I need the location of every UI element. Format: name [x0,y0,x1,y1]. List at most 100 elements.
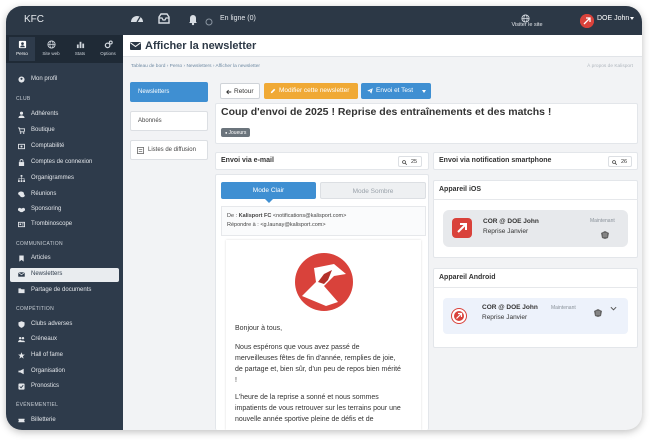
email-section-title: Envoi via e-mail [221,157,274,164]
button-label: Envoi et Test [376,87,414,94]
button-label: Retour [234,88,254,95]
tab-label: Stats [74,51,86,56]
sponsor-emblem-icon [594,309,602,317]
ios-title: Appareil iOS [439,186,482,193]
button-label: Modifier cette newsletter [279,87,350,94]
envelope-icon [130,42,141,50]
nav-newsletters[interactable]: Newsletters [130,82,208,102]
star-icon [18,352,25,359]
person-badge-icon [18,40,26,49]
push-recipient-count[interactable]: 26 [608,156,632,167]
email-reply-to: Répondre à : <g.launay@kalisport.com> [227,222,326,228]
chevron-down-icon[interactable] [630,17,634,20]
section-competition: COMPÉTITION [16,306,55,312]
tab-mode-clair[interactable]: Mode Clair [221,182,316,199]
tab-label: Site web [42,51,60,56]
online-users[interactable]: En ligne (0) [220,15,256,22]
globe-icon [521,10,530,23]
bar-chart-icon [76,41,84,49]
sidebar-item-label: Clubs adverses [31,321,73,327]
club-logo-icon [295,253,353,311]
sidebar-item-label: Articles [31,255,51,261]
user-icon [18,111,25,118]
tab-mode-sombre[interactable]: Mode Sombre [320,182,426,199]
sidebar-item-label: Comptes de connexion [31,159,93,165]
sidebar-item-organisation[interactable]: Organisation [6,365,123,379]
search-icon [612,159,617,165]
email-recipient-count[interactable]: 25 [398,156,422,167]
top-bar: KFC En ligne (0) Visiter le site DOE Joh… [6,6,642,35]
inbox-icon[interactable] [157,12,171,26]
sidebar-item-creneaux[interactable]: Créneaux [6,333,123,347]
section-communication: COMMUNICATION [16,241,63,247]
count-value: 25 [411,159,418,165]
bell-icon[interactable] [186,12,200,26]
bookmark-icon [19,255,24,262]
pencil-icon [270,88,276,93]
envoi-test-button[interactable]: Envoi et Test [361,83,431,99]
tab-perso[interactable]: Perso [9,37,35,61]
sidebar-item-mon-profil[interactable]: Mon profil [6,73,123,87]
app-window: KFC En ligne (0) Visiter le site DOE Joh… [6,6,642,430]
sitemap-icon [18,175,25,182]
sidebar-item-sponsoring[interactable]: Sponsoring [6,203,123,217]
sidebar-item-reunions[interactable]: Réunions [6,188,123,202]
reply-address: <g.launay@kalisport.com> [260,222,326,228]
sidebar-item-articles[interactable]: Articles [6,252,123,266]
sidebar-item-partage-documents[interactable]: Partage de documents [6,284,123,298]
paper-plane-icon [367,87,373,94]
sidebar-item-boutique[interactable]: Boutique [6,124,123,138]
sidebar-item-label: Organisation [31,368,66,374]
tab-options[interactable]: Options [95,37,121,61]
visit-site-link[interactable]: Visiter le site [504,22,550,29]
notif-subtitle: Reprise Janvier [482,314,528,321]
user-name[interactable]: DOE John [597,15,629,22]
from-address: <notifications@kalisport.com> [272,213,347,219]
check-square-icon [18,383,25,390]
sidebar-item-label: Comptabilité [31,143,65,149]
tab-site-web[interactable]: Site web [38,37,64,61]
comments-icon [18,191,25,198]
email-greeting: Bonjour à tous, [235,325,283,332]
sidebar-item-organigrammes[interactable]: Organigrammes [6,172,123,186]
sidebar-item-adherents[interactable]: Adhérents [6,108,123,122]
newsletter-subject: Coup d'envoi de 2025 ! Reprise des entra… [221,106,552,118]
main-content: Afficher la newsletter Tableau de bord ›… [123,35,642,430]
arrow-left-icon [226,89,232,94]
notif-title: COR @ DOE John [482,304,538,311]
sidebar-item-comptes-connexion[interactable]: Comptes de connexion [6,156,123,170]
brand-name[interactable]: KFC [24,14,44,25]
sidebar-item-pronostics[interactable]: Pronostics [6,380,123,394]
sidebar-item-label: Sponsoring [31,206,62,212]
modifier-button[interactable]: Modifier cette newsletter [264,83,358,99]
list-icon [137,147,144,154]
sidebar-item-label: Réunions [31,191,57,197]
chevron-down-icon [422,90,426,93]
reply-label: Répondre à : [227,222,259,228]
nav-listes-diffusion[interactable]: Listes de diffusion [130,140,208,160]
online-status-icon [204,14,214,26]
user-avatar[interactable] [580,14,594,28]
sidebar: Perso Site web Stats Options Mon profil … [6,35,123,430]
gears-icon [104,40,113,49]
shield-icon [18,321,25,328]
sidebar-item-hall-of-fame[interactable]: Hall of fame [6,349,123,363]
from-name: Kalisport FC [238,213,272,219]
notif-time: Maintenant [590,218,615,224]
retour-button[interactable]: Retour [220,83,260,99]
push-section-title: Envoi via notification smartphone [439,157,552,164]
nav-abonnes[interactable]: Abonnés [130,111,208,131]
breadcrumb[interactable]: Tableau de bord › Perso › Newsletters › … [131,64,260,69]
users-icon [18,336,25,343]
about-link[interactable]: À propos de Kalisport [587,64,633,69]
id-card-icon [18,221,25,228]
sidebar-item-clubs-adverses[interactable]: Clubs adverses [6,318,123,332]
sidebar-item-comptabilite[interactable]: Comptabilité [6,140,123,154]
count-value: 26 [621,159,628,165]
chevron-down-icon[interactable] [610,305,617,312]
dashboard-icon[interactable] [130,12,144,26]
sidebar-item-trombinoscope[interactable]: Trombinoscope [6,218,123,232]
tab-stats[interactable]: Stats [67,37,93,61]
sidebar-item-billetterie[interactable]: Billetterie [6,414,123,428]
sidebar-item-newsletters[interactable]: Newsletters [10,268,119,282]
